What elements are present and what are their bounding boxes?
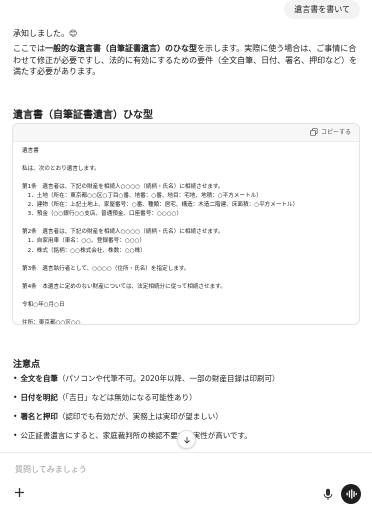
user-message-text: 遺言書を書いて [294,5,350,14]
note-bold: 日付を明記 [20,393,58,402]
plus-button[interactable] [14,487,25,501]
list-item: • 全文を自筆（パソコンや代筆不可。2020年以降、一部の財産目録は印刷可） [13,375,360,394]
note-text: 公正証書遺言にすると、家庭裁判所の検認不要で確実性が高いです。 [20,431,252,440]
section-title: 遺言書（自筆証書遺言）ひな型 [13,110,153,121]
notes-title: 注意点 [13,360,41,370]
composer [0,452,372,510]
assistant-greeting: 承知しました。😊 [13,29,78,38]
intro-prefix: ここでは [13,44,45,53]
bullet: • [13,412,18,421]
note-bold: 署名と押印 [20,412,58,421]
list-item: • 日付を明記（「吉日」などは無効になる可能性あり） [13,394,360,413]
plus-icon [15,488,24,497]
microphone-icon[interactable] [323,488,333,501]
bullet: • [13,393,18,402]
bullet: • [13,374,18,383]
copy-button[interactable]: コピーする [310,127,351,136]
code-content: 遺言書 私は、次のとおり遺言します。 第1条 遺言者は、下記の財産を相続人○○○… [22,148,299,325]
note-bold: 全文を自筆 [20,374,58,383]
voice-waveform-icon [346,489,357,499]
note-text: （パソコンや代筆不可。2020年以降、一部の財産目録は印刷可） [57,374,280,383]
voice-mode-button[interactable] [341,484,361,504]
scroll-down-button[interactable] [177,430,196,449]
note-text: （認印でも有効だが、実務上は実印が望ましい） [57,412,223,421]
message-input[interactable] [13,464,317,475]
assistant-intro: ここでは一般的な遺言書（自筆証書遺言）のひな型を示します。実際に使う場合は、ご事… [13,43,360,78]
intro-bold: 一般的な遺言書（自筆証書遺言）のひな型 [45,44,197,53]
code-block: コピーする 遺言書 私は、次のとおり遺言します。 第1条 遺言者は、下記の財産を… [12,123,360,325]
copy-icon [310,127,318,136]
user-message-bubble: 遺言書を書いて [284,0,360,19]
arrow-down-icon [183,436,190,444]
bullet: • [13,431,18,440]
code-block-header: コピーする [13,124,359,142]
copy-label: コピーする [320,129,351,136]
note-text: （「吉日」などは無効になる可能性あり） [57,393,197,402]
